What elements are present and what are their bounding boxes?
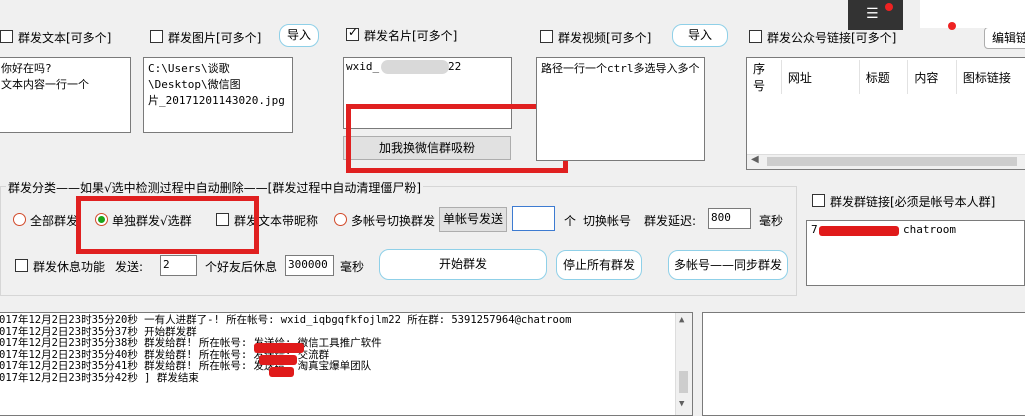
rest-label: 群发休息功能 xyxy=(33,260,106,274)
switch-account-label: 切换帐号 xyxy=(583,214,632,228)
log-line: 017年12月2日23时35分42秒 ] 群发结束 xyxy=(0,371,199,384)
account-unit: 个 xyxy=(564,214,577,228)
group-link-value-end: chatroom xyxy=(903,223,956,236)
send-count-input[interactable]: 2 xyxy=(160,255,197,276)
image-label: 群发图片[可多个] xyxy=(168,31,262,45)
log-redacted-2 xyxy=(259,355,297,365)
image-checkbox[interactable] xyxy=(150,30,163,43)
account-count-input[interactable] xyxy=(512,206,555,231)
official-table-hscrollbar[interactable]: ◀ xyxy=(747,154,1025,169)
card-value-end: 22 xyxy=(448,60,462,73)
scroll-up-icon[interactable]: ▲ xyxy=(679,315,684,327)
text-line-1: 你好在吗? xyxy=(1,62,52,75)
card-value-blur xyxy=(381,60,449,74)
card-value-start: wxid_ xyxy=(346,60,380,73)
group-link-option[interactable]: 群发群链接[必须是帐号本人群] xyxy=(812,193,995,210)
notification-dot-icon xyxy=(885,3,893,11)
delay-label: 群发延迟: xyxy=(644,214,697,228)
image-checkbox-row[interactable]: 群发图片[可多个] xyxy=(150,29,261,46)
official-label: 群发公众号链接[可多个] xyxy=(767,31,897,45)
rest-option[interactable]: 群发休息功能 xyxy=(15,258,105,275)
image-import-button[interactable]: 导入 xyxy=(279,24,319,47)
group-link-value-start: 7 xyxy=(811,223,818,236)
log-line: 017年12月2日23时35分20秒 一有人进群了-! 所在帐号: wxid_i… xyxy=(0,314,572,326)
official-checkbox[interactable] xyxy=(749,30,762,43)
status-dot-icon xyxy=(948,22,956,30)
highlight-box-single xyxy=(76,196,259,254)
group-link-redacted xyxy=(819,226,899,236)
video-checkbox[interactable] xyxy=(540,30,553,43)
multi-account-option[interactable]: 多帐号切换群发 xyxy=(334,212,435,229)
text-content-box[interactable]: 你好在吗? 文本内容一行一个 xyxy=(0,57,131,133)
rest-checkbox[interactable] xyxy=(15,259,28,272)
single-account-send-button[interactable]: 单帐号发送 xyxy=(439,207,507,232)
text-checkbox[interactable] xyxy=(0,30,13,43)
log-line: 017年12月2日23时35分41秒 群发给群! 所在帐号: 发送给: 淘真宝爆… xyxy=(0,360,372,372)
menu-icon: ☰ xyxy=(866,6,879,22)
secondary-log-area[interactable] xyxy=(702,312,1025,416)
scroll-down-icon[interactable]: ▼ xyxy=(679,399,684,411)
highlight-box-card xyxy=(346,104,568,173)
group-link-label: 群发群链接[必须是帐号本人群] xyxy=(830,195,996,209)
video-checkbox-row[interactable]: 群发视频[可多个] xyxy=(540,29,651,46)
video-label: 群发视频[可多个] xyxy=(558,31,652,45)
video-path-hint: 路径一行一个ctrl多选导入多个 xyxy=(541,62,700,75)
card-checkbox-row[interactable]: 群发名片[可多个] xyxy=(346,25,458,44)
text-checkbox-row[interactable]: 群发文本[可多个] xyxy=(0,29,111,46)
card-label: 群发名片[可多个] xyxy=(364,29,458,43)
official-checkbox-row[interactable]: 群发公众号链接[可多个] xyxy=(749,29,896,46)
menu-overlay: ☰ xyxy=(848,0,903,30)
col-content: 内容 xyxy=(907,60,957,94)
all-send-option[interactable]: 全部群发 xyxy=(13,212,78,229)
all-send-label: 全部群发 xyxy=(30,214,79,228)
col-url: 网址 xyxy=(781,60,860,94)
official-table-header: 序号 网址 标题 内容 图标链接 xyxy=(747,60,1025,94)
top-right-panel xyxy=(920,0,1025,30)
text-line-2: 文本内容一行一个 xyxy=(1,78,89,91)
multi-account-radio[interactable] xyxy=(334,213,347,226)
group-section-title: 群发分类——如果√选中检测过程中自动删除——[群发过程中自动清理僵尸粉] xyxy=(6,179,424,196)
start-button[interactable]: 开始群发 xyxy=(379,249,547,280)
rest-unit: 毫秒 xyxy=(340,260,365,274)
stop-button[interactable]: 停止所有群发 xyxy=(556,250,642,280)
group-link-checkbox[interactable] xyxy=(812,194,825,207)
log-line: 017年12月2日23时35分38秒 群发给群! 所在帐号: 发送给: 微信工具… xyxy=(0,337,382,349)
text-label: 群发文本[可多个] xyxy=(18,31,112,45)
rest-after-label: 个好友后休息 xyxy=(205,260,278,274)
official-table[interactable]: 序号 网址 标题 内容 图标链接 ◀ xyxy=(746,57,1025,170)
send-label: 发送: xyxy=(115,260,144,274)
log-scroll-thumb[interactable] xyxy=(679,371,688,393)
video-path-box[interactable]: 路径一行一个ctrl多选导入多个 xyxy=(536,57,705,161)
log-vscrollbar[interactable]: ▲ ▼ xyxy=(675,313,692,415)
video-import-button[interactable]: 导入 xyxy=(672,24,728,47)
rest-duration-input[interactable]: 300000 xyxy=(285,255,334,276)
scroll-left-icon[interactable]: ◀ xyxy=(751,154,759,165)
delay-input[interactable]: 800 xyxy=(708,208,751,229)
card-checkbox[interactable] xyxy=(346,25,359,41)
col-index: 序号 xyxy=(747,60,782,94)
image-path-box[interactable]: C:\Users\谈歌\Desktop\微信图 片_20171201143020… xyxy=(143,57,293,133)
delay-unit: 毫秒 xyxy=(759,214,784,228)
col-icon-link: 图标链接 xyxy=(956,60,1025,94)
image-path-line-1: C:\Users\谈歌\Desktop\微信图 xyxy=(148,62,241,91)
scroll-thumb[interactable] xyxy=(767,157,1017,166)
all-send-radio[interactable] xyxy=(13,213,26,226)
col-title: 标题 xyxy=(859,60,909,94)
log-redacted-1 xyxy=(254,343,304,353)
sync-button[interactable]: 多帐号——同步群发 xyxy=(668,250,788,280)
log-area[interactable]: 017年12月2日23时35分20秒 一有人进群了-! 所在帐号: wxid_i… xyxy=(0,312,693,416)
log-redacted-3 xyxy=(269,367,294,377)
group-link-box[interactable]: 7 chatroom xyxy=(806,220,1025,286)
image-path-line-2: 片_20171201143020.jpg xyxy=(148,94,285,107)
edit-link-button[interactable]: 编辑链 xyxy=(984,27,1025,49)
multi-account-label: 多帐号切换群发 xyxy=(351,214,436,228)
